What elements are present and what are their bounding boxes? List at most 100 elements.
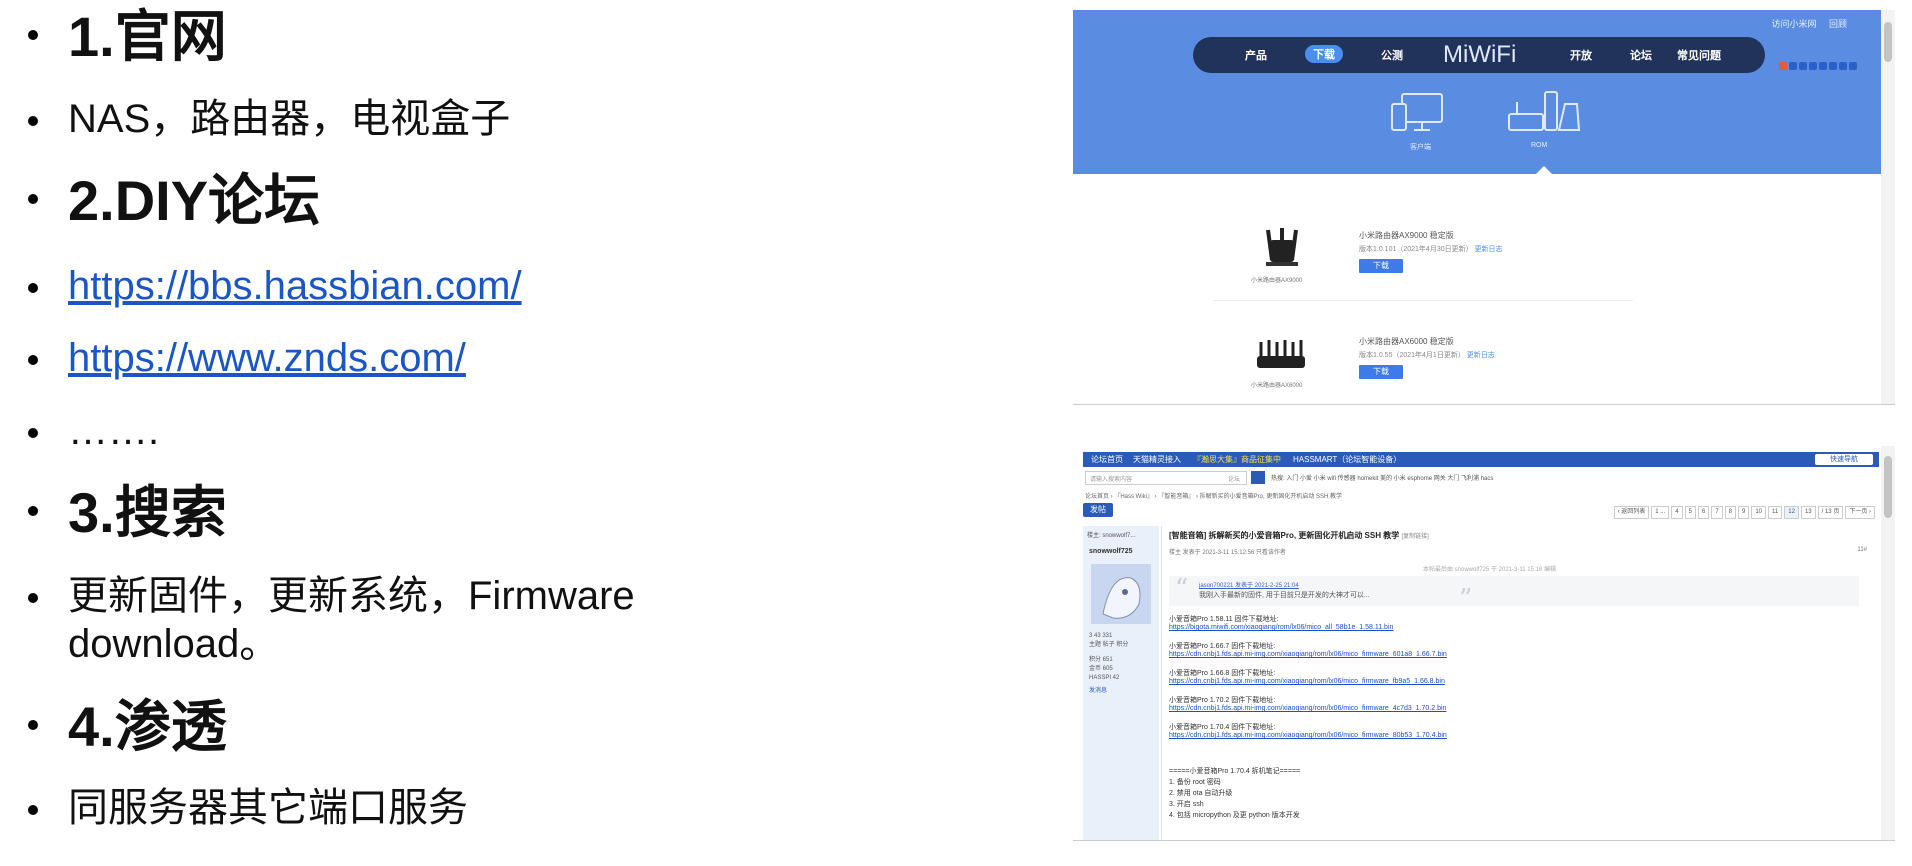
firmware-line: 小爱音箱Pro 1.58.11 固件下载地址: [1169, 616, 1279, 623]
post-floor: 11# [1857, 547, 1867, 553]
nav-tmall[interactable]: 天猫精灵接入 [1133, 454, 1181, 465]
bullet-dot [28, 30, 38, 40]
scrollbar-thumb[interactable] [1884, 22, 1892, 62]
forum-thread-screenshot: 论坛首页 天猫精灵接入 『瀚思大集』商品征集中 HASSMART（论坛智能设备）… [1073, 446, 1895, 841]
product-caption: 小米路由器AX6000 [1251, 383, 1303, 389]
send-message-link[interactable]: 发消息 [1089, 687, 1128, 696]
link-item-znds: https://www.znds.com/ [28, 334, 466, 382]
client-device-label: 客户端 [1410, 144, 1431, 151]
scrollbar-thumb[interactable] [1884, 456, 1892, 518]
text-official-site-targets: NAS，路由器，电视盒子 [28, 95, 510, 143]
heading-official-site: 1.官网 [28, 2, 227, 72]
toolbar-icon[interactable] [1819, 62, 1827, 70]
post-meta: 楼主 发表于 2021-3-11 15:12:56 只看该作者 [1169, 550, 1286, 556]
step-line: 2. 禁用 ota 自动升级 [1169, 790, 1233, 797]
step-line: 1. 备份 root 密码 [1169, 779, 1221, 786]
page-link-current[interactable]: 12 [1784, 506, 1799, 519]
router-ax9000-image [1266, 228, 1298, 266]
client-device-icon[interactable] [1388, 90, 1448, 140]
search-type-select[interactable]: 论坛 [1228, 474, 1240, 483]
nav-item-faq[interactable]: 常见问题 [1677, 47, 1721, 63]
miwifi-logo[interactable]: MiWiFi [1443, 41, 1516, 69]
step-line: 4. 包括 micropython 及更 python 版本开发 [1169, 812, 1300, 819]
rom-router-icon[interactable] [1503, 90, 1583, 140]
search-icon[interactable] [1251, 471, 1265, 484]
step-line: 3. 开启 ssh [1169, 801, 1204, 808]
active-pointer [1536, 166, 1552, 174]
nav-hassmart[interactable]: HASSMART（论坛智能设备） [1293, 454, 1401, 465]
nav-item-forum[interactable]: 论坛 [1630, 47, 1652, 63]
text-search-terms: 更新固件，更新系统，Firmware download。 [28, 572, 635, 668]
firmware-line: 小爱音箱Pro 1.66.7 固件下载地址: [1169, 643, 1276, 650]
firmware-line: 小爱音箱Pro 1.70.4 固件下载地址: [1169, 724, 1276, 731]
rom-device-label: ROM [1531, 142, 1548, 149]
toolbar-icon[interactable] [1839, 62, 1847, 70]
firmware-link[interactable]: https://cdn.cnbj1.fds.api.mi-img.com/xia… [1169, 705, 1446, 712]
nav-item-download[interactable]: 下载 [1305, 45, 1343, 63]
author-name[interactable]: snowwolf725 [1089, 548, 1133, 555]
top-link-mi-store[interactable]: 访问小米网 [1771, 19, 1816, 29]
product-version: 版本1.0.55（2021年4月1日更新） 更新日志 [1359, 352, 1495, 359]
avatar[interactable] [1091, 564, 1151, 624]
hassbian-link[interactable]: https://bbs.hassbian.com/ [68, 262, 522, 310]
nav-item-open[interactable]: 开放 [1570, 47, 1592, 63]
page-link[interactable]: 13 [1800, 506, 1816, 519]
page-link[interactable]: 6 [1697, 506, 1710, 519]
miwifi-top-links: 访问小米网 回顾 [1761, 17, 1847, 30]
product-caption: 小米路由器AX9000 [1251, 278, 1303, 284]
product-name: 小米路由器AX9000 稳定版 [1359, 231, 1454, 240]
heading-penetration: 4.渗透 [28, 692, 227, 762]
forum-nav-bar: 论坛首页 天猫精灵接入 『瀚思大集』商品征集中 HASSMART（论坛智能设备）… [1083, 452, 1879, 467]
copy-link[interactable]: [复制链接] [1401, 534, 1428, 540]
scrollbar[interactable] [1881, 10, 1895, 404]
znds-link[interactable]: https://www.znds.com/ [68, 334, 466, 382]
quote-author-link[interactable]: jason700221 发表于 2021-2-25 21:04 [1199, 580, 1299, 589]
download-button[interactable]: 下载 [1359, 259, 1403, 273]
changelog-link[interactable]: 更新日志 [1467, 352, 1495, 359]
firmware-link[interactable]: https://cdn.cnbj1.fds.api.mi-img.com/xia… [1169, 732, 1447, 739]
toolbar-icon[interactable] [1829, 62, 1837, 70]
toolbar-icon[interactable] [1799, 62, 1807, 70]
router-ax6000-image [1257, 340, 1305, 368]
firmware-line: 小爱音箱Pro 1.66.8 固件下载地址: [1169, 670, 1276, 677]
top-link-back[interactable]: 回顾 [1829, 19, 1847, 29]
post-divider [1161, 526, 1162, 840]
bullet-dot [28, 720, 38, 730]
page-link[interactable]: 9 [1738, 506, 1750, 519]
toolbar-icon[interactable] [1809, 62, 1817, 70]
firmware-link[interactable]: https://bigota.miwifi.com/xiaoqiang/rom/… [1169, 624, 1393, 631]
toolbar-icon[interactable] [1779, 62, 1787, 70]
quote-block: “ jason700221 发表于 2021-2-25 21:04 我刚入手最新… [1169, 574, 1859, 614]
firmware-link[interactable]: https://cdn.cnbj1.fds.api.mi-img.com/xia… [1169, 678, 1445, 685]
quick-nav-button[interactable]: 快速导航 [1815, 454, 1873, 465]
miwifi-header-band: 访问小米网 回顾 产品 下载 公测 MiWiFi 开放 论坛 常见问题 客户端 … [1073, 10, 1895, 174]
page-link[interactable]: 10 [1751, 506, 1767, 519]
author-stats: 3 43 331 主题 帖子 积分 积分 651 金币 605 HASSPI 4… [1089, 633, 1129, 696]
download-button[interactable]: 下载 [1359, 365, 1403, 379]
toolbar-icon[interactable] [1789, 62, 1797, 70]
page-link[interactable]: 7 [1711, 506, 1723, 519]
new-post-button[interactable]: 发帖 [1083, 503, 1113, 517]
bullet-dot [28, 593, 38, 603]
nav-promo[interactable]: 『瀚思大集』商品征集中 [1193, 454, 1281, 465]
page-count: / 13 页 [1817, 506, 1844, 519]
nav-item-products[interactable]: 产品 [1245, 47, 1267, 63]
page-link[interactable]: 8 [1724, 506, 1736, 519]
text-ellipsis: ……. [28, 407, 159, 455]
firmware-link[interactable]: https://cdn.cnbj1.fds.api.mi-img.com/xia… [1169, 651, 1447, 658]
page-link[interactable]: 5 [1684, 506, 1696, 519]
nav-forum-home[interactable]: 论坛首页 [1091, 454, 1123, 465]
page-back-button[interactable]: ‹ 返回列表 [1613, 506, 1650, 519]
close-quote-icon: ” [1459, 584, 1473, 614]
forum-search-input[interactable]: 请输入搜索内容 论坛 [1085, 471, 1247, 485]
quote-text: 我刚入手最新的固件, 用于目前只是开发的大神才可以... [1199, 592, 1370, 599]
changelog-link[interactable]: 更新日志 [1475, 246, 1503, 253]
toolbar-icon[interactable] [1849, 62, 1857, 70]
page-link[interactable]: 11 [1768, 506, 1783, 519]
page-link[interactable]: 1 ... [1651, 506, 1670, 519]
page-next-button[interactable]: 下一页 › [1845, 506, 1875, 519]
text-other-ports: 同服务器其它端口服务 [28, 784, 468, 832]
scrollbar[interactable] [1881, 446, 1895, 840]
page-link[interactable]: 4 [1671, 506, 1683, 519]
nav-item-beta[interactable]: 公测 [1381, 47, 1403, 63]
